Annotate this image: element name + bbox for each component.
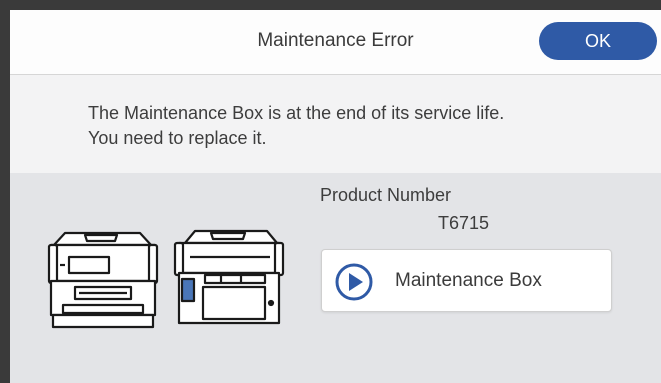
printer-front-icon: [47, 231, 159, 329]
product-number-label: Product Number: [320, 185, 452, 205]
dialog-header: Maintenance Error OK: [10, 10, 661, 75]
error-message: The Maintenance Box is at the end of its…: [88, 101, 648, 151]
printer-illustration: [47, 229, 285, 329]
maintenance-box-label: Maintenance Box: [395, 270, 542, 291]
printer-side-icon: [173, 229, 285, 325]
ok-button[interactable]: OK: [539, 22, 657, 60]
play-circle-icon: [335, 263, 373, 301]
error-message-line-1: The Maintenance Box is at the end of its…: [88, 103, 505, 123]
product-panel: Product Number T6715 Maintenance Box: [10, 173, 661, 383]
error-message-line-2: You need to replace it.: [88, 128, 267, 148]
maintenance-box-button[interactable]: Maintenance Box: [321, 249, 612, 312]
message-panel: The Maintenance Box is at the end of its…: [10, 75, 661, 173]
product-number-value: T6715: [438, 213, 490, 233]
